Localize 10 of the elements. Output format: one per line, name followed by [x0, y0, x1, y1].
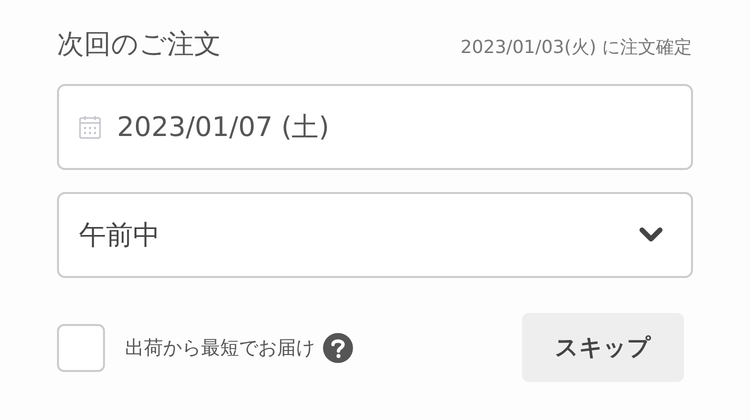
confirm-date-note: 2023/01/03(火) に注文確定	[460, 36, 692, 59]
date-field[interactable]: 2023/01/07 (土)	[57, 84, 693, 170]
chevron-down-icon	[639, 227, 663, 243]
fastest-delivery-label: 出荷から最短でお届け	[125, 336, 315, 360]
skip-button[interactable]: スキップ	[522, 313, 684, 382]
section-title: 次回のご注文	[57, 28, 221, 62]
help-icon[interactable]	[323, 332, 353, 362]
checkbox[interactable]	[57, 324, 105, 372]
time-select[interactable]: 午前中	[57, 192, 693, 278]
calendar-icon	[79, 115, 101, 139]
